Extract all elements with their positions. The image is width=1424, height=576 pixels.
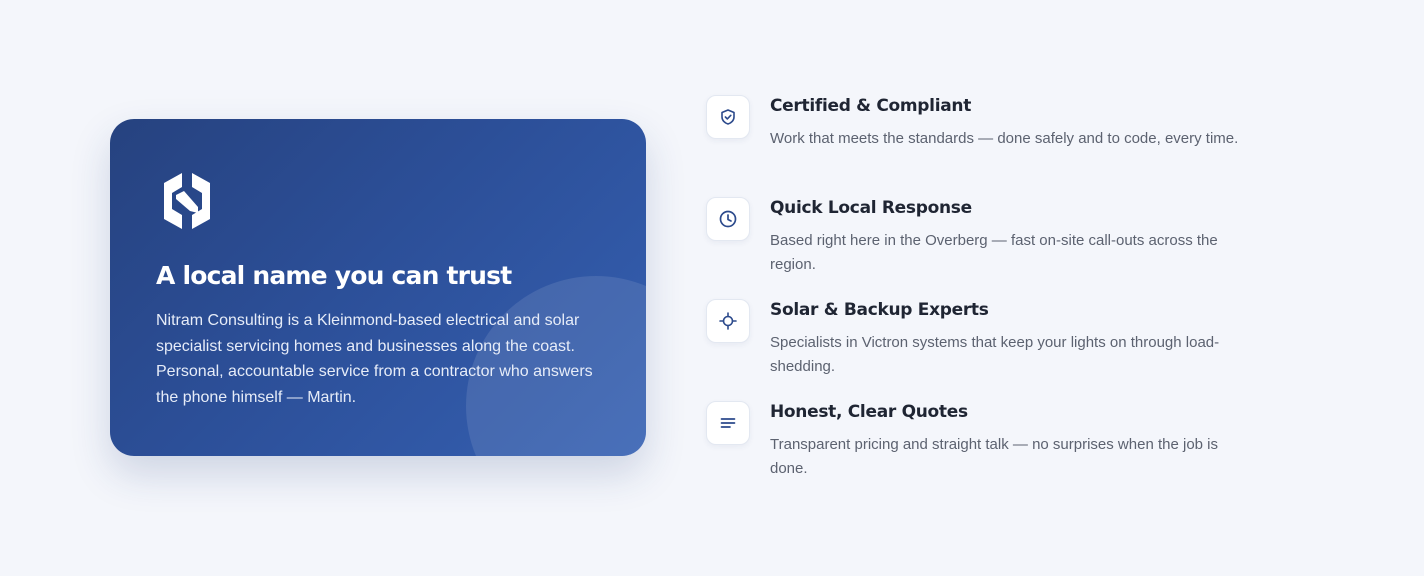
features-list: Certified & Compliant Work that meets th… (706, 95, 1246, 503)
clock-icon (706, 197, 750, 241)
feature-item-solar: Solar & Backup Experts Specialists in Vi… (706, 299, 1246, 401)
hero-card: A local name you can trust Nitram Consul… (110, 119, 646, 456)
feature-title: Honest, Clear Quotes (770, 402, 968, 422)
feature-item-response: Quick Local Response Based right here in… (706, 197, 1246, 299)
about-section: A local name you can trust Nitram Consul… (0, 0, 1424, 576)
hero-description: Nitram Consulting is a Kleinmond-based e… (156, 312, 593, 406)
feature-description: Transparent pricing and straight talk — … (770, 436, 1219, 477)
feature-description: Work that meets the standards — done saf… (770, 130, 1239, 147)
shield-check-icon (706, 95, 750, 139)
feature-item-certified: Certified & Compliant Work that meets th… (706, 95, 1246, 197)
feature-item-quotes: Honest, Clear Quotes Transparent pricing… (706, 401, 1246, 503)
crosshair-icon (706, 299, 750, 343)
feature-description: Based right here in the Overberg — fast … (770, 232, 1218, 273)
feature-description: Specialists in Victron systems that keep… (770, 334, 1220, 375)
feature-title: Solar & Backup Experts (770, 300, 989, 320)
feature-title: Certified & Compliant (770, 96, 972, 116)
hero-title: A local name you can trust (156, 261, 512, 290)
lines-icon (706, 401, 750, 445)
brand-logo-icon (156, 169, 218, 233)
feature-title: Quick Local Response (770, 198, 972, 218)
